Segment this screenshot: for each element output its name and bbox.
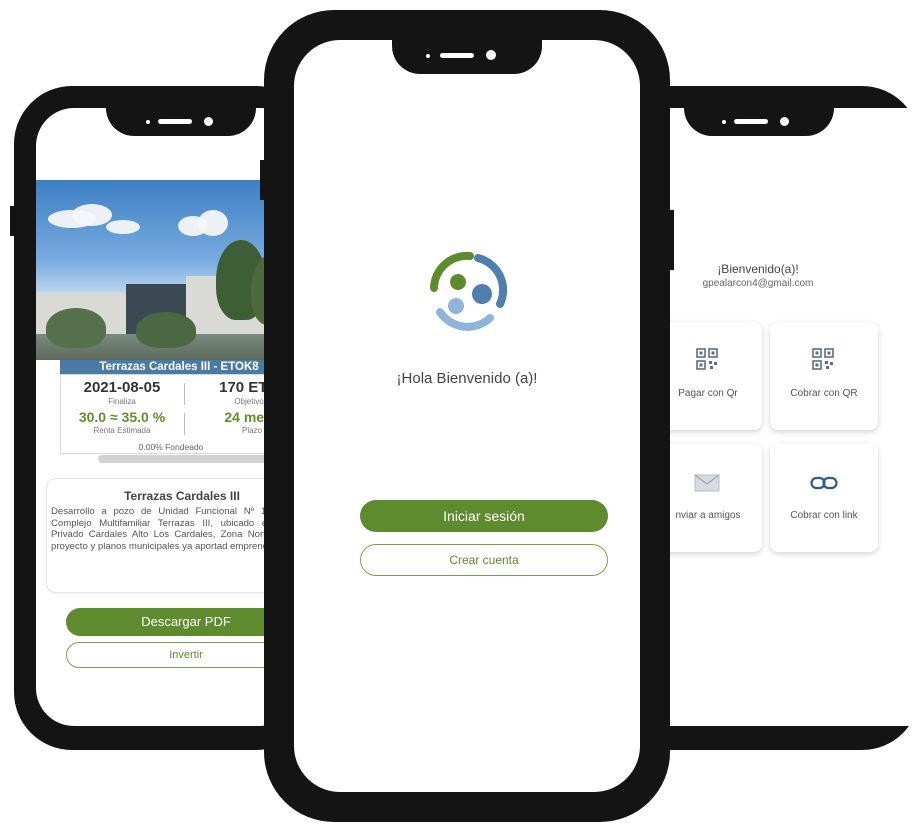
sensor-dot (426, 54, 430, 58)
end-date-value: 2021-08-05 (83, 379, 161, 396)
qr-code-icon (696, 348, 718, 370)
return-stat: 30.0 ≈ 35.0 % Renta Estimada (63, 409, 181, 435)
divider (184, 383, 185, 405)
charge-with-link-tile[interactable]: Cobrar con link (770, 444, 878, 552)
tile-label: nviar a amigos (675, 510, 741, 521)
return-value: 30.0 ≈ 35.0 % (78, 409, 166, 425)
project-banner: Terrazas Cardales III - ETOK8 (60, 360, 298, 374)
speaker-bar (158, 119, 192, 124)
notch (684, 108, 834, 136)
create-account-button[interactable]: Crear cuenta (360, 544, 608, 576)
funded-label: 0.00% Fondeado (138, 442, 204, 452)
qr-code-icon (812, 348, 834, 370)
divider (184, 413, 185, 435)
pay-with-qr-tile[interactable]: Pagar con Qr (654, 322, 762, 430)
side-button (670, 210, 674, 270)
phone-center: ¡Hola Bienvenido (a)! Iniciar sesión Cre… (260, 10, 674, 822)
tile-label: Cobrar con QR (790, 388, 858, 399)
sensor-dot (722, 120, 726, 124)
greeting-text: ¡Hola Bienvenido (a)! (396, 370, 538, 387)
tile-label: Cobrar con link (790, 510, 858, 521)
app-logo-icon (430, 251, 508, 331)
camera-dot (780, 117, 789, 126)
welcome-screen: ¡Hola Bienvenido (a)! Iniciar sesión Cre… (294, 40, 640, 792)
sensor-dot (146, 120, 150, 124)
card-description: Desarrollo a pozo de Unidad Funcional Nº… (51, 506, 298, 552)
notch (106, 108, 256, 136)
project-description-card: Terrazas Cardales III Desarrollo a pozo … (46, 478, 298, 593)
envelope-icon (694, 474, 720, 492)
tile-label: Pagar con Qr (678, 388, 738, 399)
return-label: Renta Estimada (93, 426, 151, 435)
login-button[interactable]: Iniciar sesión (360, 500, 608, 532)
card-title: Terrazas Cardales III (124, 489, 240, 503)
camera-dot (486, 50, 496, 60)
speaker-bar (440, 53, 474, 58)
camera-dot (204, 117, 213, 126)
side-button (10, 206, 14, 236)
link-icon (810, 476, 838, 490)
charge-with-qr-tile[interactable]: Cobrar con QR (770, 322, 878, 430)
end-date-stat: 2021-08-05 Finaliza (67, 379, 177, 406)
send-to-friends-tile[interactable]: nviar a amigos (654, 444, 762, 552)
project-detail-screen: Terrazas Cardales III - ETOK8 2021-08-05… (36, 108, 298, 726)
speaker-bar (734, 119, 768, 124)
side-button (260, 160, 264, 200)
notch (392, 40, 542, 74)
project-image (36, 180, 298, 360)
end-date-label: Finaliza (108, 397, 136, 406)
